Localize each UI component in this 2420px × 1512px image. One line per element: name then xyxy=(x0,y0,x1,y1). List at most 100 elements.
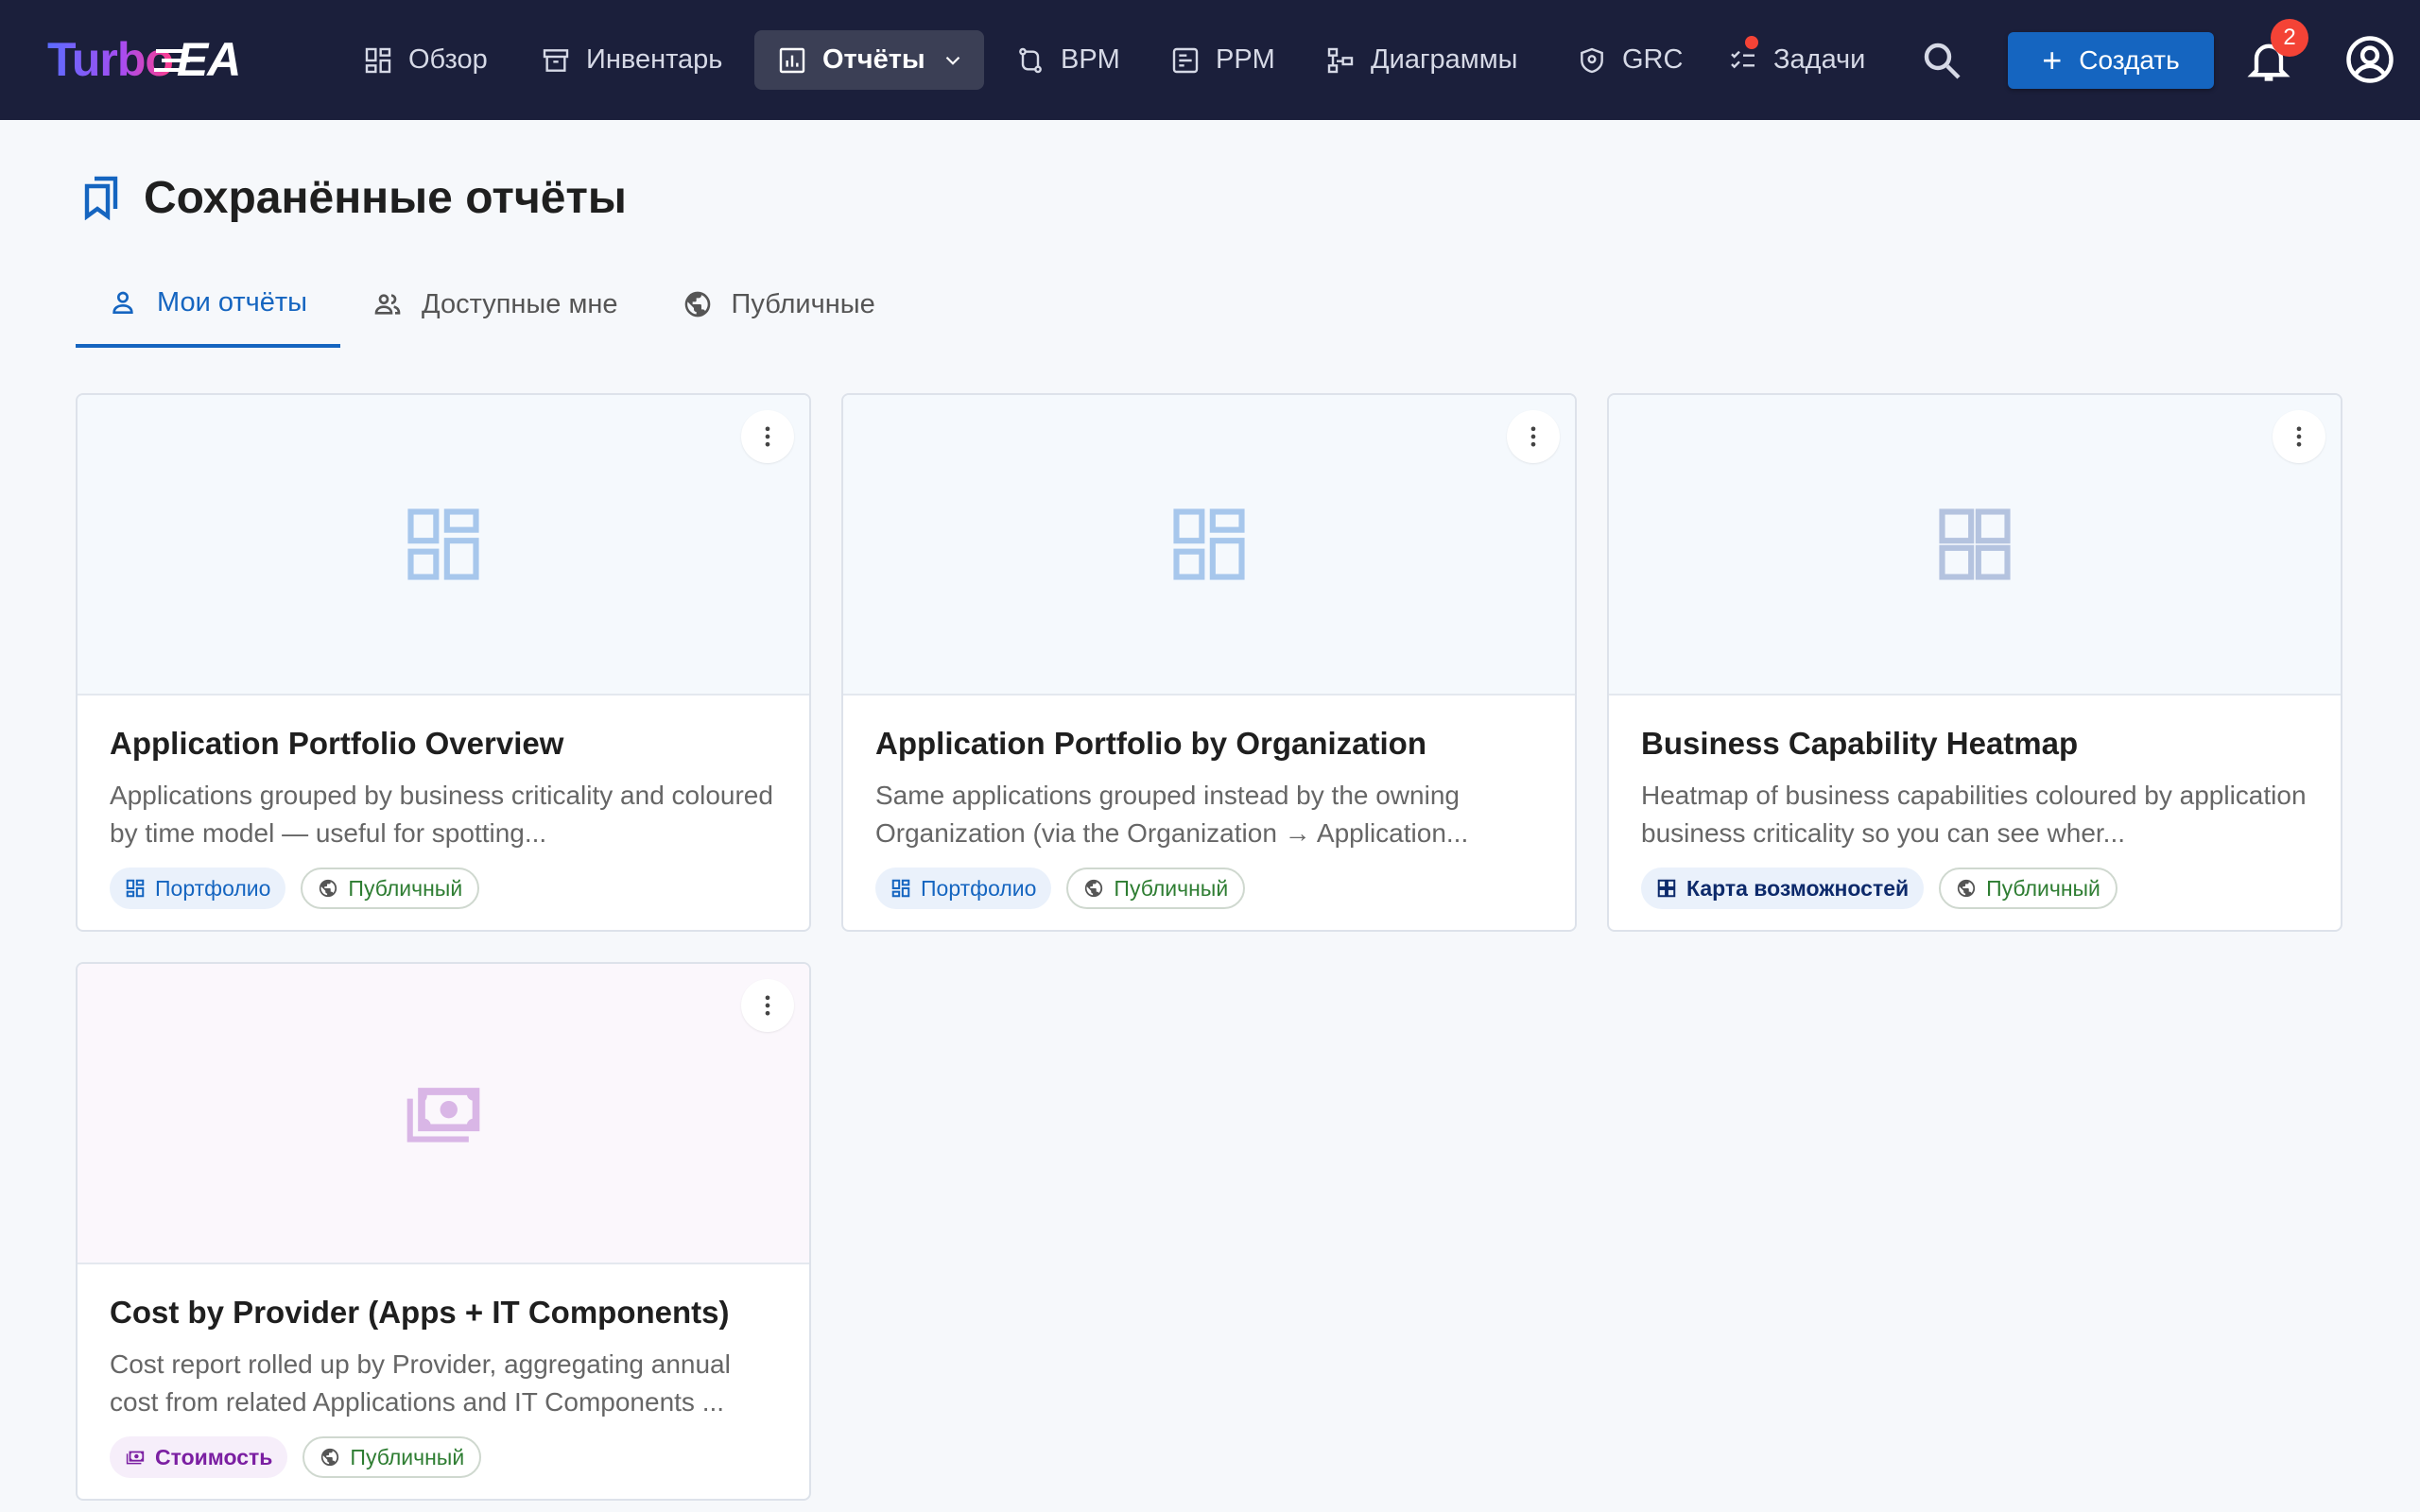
report-card-body: Application Portfolio by Organization Sa… xyxy=(843,696,1575,909)
nav-diagrams[interactable]: Диаграммы xyxy=(1303,30,1541,90)
report-preview xyxy=(1609,395,2341,696)
tab-shared-with-me[interactable]: Доступные мне xyxy=(340,261,650,348)
globe-icon xyxy=(1957,879,1976,898)
more-menu-button[interactable] xyxy=(1507,410,1560,463)
report-type-chip: Портфолио xyxy=(875,868,1052,909)
page-title-text: Сохранённые отчёты xyxy=(144,172,627,223)
dashboard-icon xyxy=(891,879,910,898)
diagrams-icon xyxy=(1327,47,1354,73)
search-icon[interactable] xyxy=(1919,38,1964,83)
person-icon xyxy=(112,291,133,314)
tab-public-label: Публичные xyxy=(731,288,875,319)
report-description: Heatmap of business capabilities coloure… xyxy=(1641,781,2307,848)
report-title: Application Portfolio Overview xyxy=(110,726,564,761)
report-chips: Карта возможностей Публичный xyxy=(1641,868,2308,909)
nav-ppm[interactable]: PPM xyxy=(1148,30,1298,90)
globe-icon xyxy=(1085,879,1103,898)
nav-reports-label: Отчёты xyxy=(822,44,925,75)
dashboard-icon xyxy=(365,47,391,73)
report-card[interactable]: Application Portfolio Overview Applicati… xyxy=(76,393,811,932)
visibility-label: Публичный xyxy=(350,1444,465,1469)
globe-icon xyxy=(321,1448,339,1467)
more-menu-button[interactable] xyxy=(2273,410,2325,463)
report-type-chip: Портфолио xyxy=(110,868,286,909)
nav-bpm-label: BPM xyxy=(1061,44,1120,75)
tasks-icon xyxy=(1731,50,1754,68)
app-bar: Turbo EA Обзор Инвентарь Отчёты BPM PPM … xyxy=(0,0,2420,120)
group-icon xyxy=(374,294,401,315)
report-type-label: Карта возможностей xyxy=(1686,875,1910,901)
report-card[interactable]: Business Capability Heatmap Heatmap of b… xyxy=(1607,393,2342,932)
nav-inventory[interactable]: Инвентарь xyxy=(518,30,745,90)
tab-my-reports-label: Мои отчёты xyxy=(157,286,308,318)
tab-my-reports[interactable]: Мои отчёты xyxy=(76,261,340,348)
plus-icon: + xyxy=(2042,41,2063,79)
nav-ppm-label: PPM xyxy=(1216,44,1275,75)
ppm-icon xyxy=(1172,47,1199,73)
report-type-chip: Стоимость xyxy=(110,1436,288,1478)
payments-icon xyxy=(406,1088,480,1143)
grid-view-icon xyxy=(1657,879,1676,898)
visibility-chip: Публичный xyxy=(301,868,480,909)
report-chips: Портфолио Публичный xyxy=(110,868,777,909)
nav-grc[interactable]: GRC xyxy=(1554,30,1705,90)
nav-tasks[interactable]: Задачи xyxy=(1705,30,1888,90)
page-title: Сохранённые отчёты xyxy=(79,164,627,231)
report-description: Same applications grouped instead by the… xyxy=(875,781,1469,848)
more-vert-icon xyxy=(1530,426,1536,447)
visibility-chip: Публичный xyxy=(1939,868,2118,909)
report-type-label: Портфолио xyxy=(155,875,271,901)
report-type-label: Портфолио xyxy=(921,875,1037,901)
more-vert-icon xyxy=(2296,426,2302,447)
tasks-unread-dot xyxy=(1745,36,1758,49)
report-card-body: Cost by Provider (Apps + IT Components) … xyxy=(78,1264,809,1478)
report-chips: Стоимость Публичный xyxy=(110,1436,777,1478)
report-preview xyxy=(78,395,809,696)
app-logo[interactable]: Turbo EA xyxy=(47,28,241,91)
more-menu-button[interactable] xyxy=(741,979,794,1032)
tab-public[interactable]: Публичные xyxy=(650,261,908,348)
visibility-chip: Публичный xyxy=(302,1436,482,1478)
report-title: Cost by Provider (Apps + IT Components) xyxy=(110,1295,730,1330)
nav-diagrams-label: Диаграммы xyxy=(1371,44,1518,75)
visibility-label: Публичный xyxy=(1986,875,2100,901)
report-card[interactable]: Cost by Provider (Apps + IT Components) … xyxy=(76,962,811,1501)
chevron-down-icon xyxy=(945,56,959,65)
more-menu-button[interactable] xyxy=(741,410,794,463)
nav-reports[interactable]: Отчёты xyxy=(754,30,984,90)
more-vert-icon xyxy=(765,995,770,1016)
nav-dashboard[interactable]: Обзор xyxy=(340,30,510,90)
globe-icon xyxy=(684,291,710,318)
report-description: Cost report rolled up by Provider, aggre… xyxy=(110,1349,731,1417)
visibility-chip: Публичный xyxy=(1066,868,1246,909)
nav-dashboard-label: Обзор xyxy=(408,44,488,75)
tab-shared-with-me-label: Доступные мне xyxy=(422,288,618,319)
report-preview xyxy=(78,964,809,1264)
grid-view-icon xyxy=(407,508,479,580)
logo-turbo: Turbo xyxy=(47,33,174,86)
visibility-label: Публичный xyxy=(348,875,463,901)
report-description: Applications grouped by business critica… xyxy=(110,781,773,848)
bookmarks-icon xyxy=(84,176,118,220)
nav-tasks-label: Задачи xyxy=(1773,44,1866,75)
visibility-label: Публичный xyxy=(1114,875,1229,901)
account-circle-icon[interactable] xyxy=(2344,34,2395,85)
report-type-label: Стоимость xyxy=(155,1444,273,1469)
globe-icon xyxy=(320,879,337,898)
grid-view-icon xyxy=(1939,508,2011,580)
report-chips: Портфолио Публичный xyxy=(875,868,1543,909)
grid-view-icon xyxy=(1173,508,1245,580)
payments-icon xyxy=(126,1451,145,1465)
logo-ea: EA xyxy=(155,33,241,86)
nav-inventory-label: Инвентарь xyxy=(586,44,723,75)
report-title: Business Capability Heatmap xyxy=(1641,726,2079,761)
notifications-badge: 2 xyxy=(2271,19,2308,57)
create-button[interactable]: + Создать xyxy=(2008,32,2214,89)
report-card-body: Application Portfolio Overview Applicati… xyxy=(78,696,809,909)
report-card-body: Business Capability Heatmap Heatmap of b… xyxy=(1609,696,2341,909)
bpm-icon xyxy=(1019,47,1042,73)
nav-bpm[interactable]: BPM xyxy=(993,30,1143,90)
report-type-chip: Карта возможностей xyxy=(1641,868,1925,909)
nav-grc-label: GRC xyxy=(1622,44,1684,75)
report-card[interactable]: Application Portfolio by Organization Sa… xyxy=(841,393,1577,932)
